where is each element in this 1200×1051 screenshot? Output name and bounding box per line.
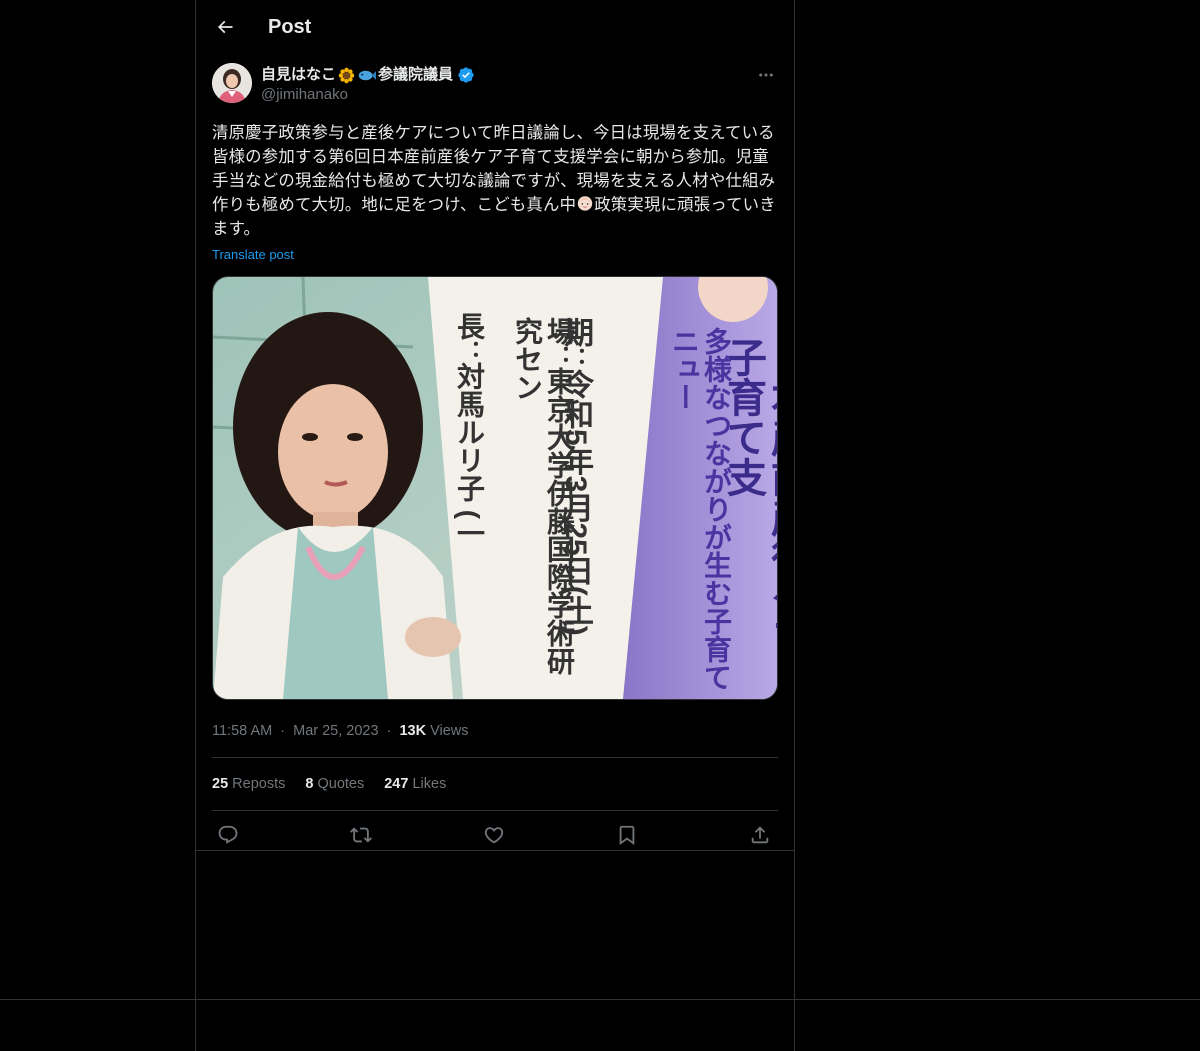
avatar[interactable] bbox=[212, 63, 252, 103]
sign-col2-value: 東京大学伊藤国際学術研究セン bbox=[512, 317, 575, 675]
bookmark-button[interactable] bbox=[615, 823, 639, 847]
sign-col3: 長：対馬ルリ子 (一 bbox=[454, 312, 485, 548]
repost-icon bbox=[350, 827, 372, 843]
likes-stat[interactable]: 247 Likes bbox=[384, 776, 446, 792]
quotes-label: Quotes bbox=[317, 776, 365, 792]
like-icon bbox=[484, 827, 504, 844]
page-title: Post bbox=[268, 16, 312, 38]
verified-badge-icon bbox=[458, 67, 474, 83]
meta-separator-2: · bbox=[386, 723, 392, 739]
quotes-count: 8 bbox=[305, 776, 314, 792]
tweet-meta: 11:58 AM · Mar 25, 2023 · 13K Views bbox=[212, 721, 778, 741]
sign-col2: 場：東京大学伊藤国際学術研究セン bbox=[512, 317, 575, 675]
repost-button[interactable] bbox=[349, 823, 373, 847]
post-header: Post bbox=[196, 0, 794, 53]
reply-icon bbox=[218, 825, 238, 844]
sunflower-icon bbox=[338, 67, 355, 83]
like-button[interactable] bbox=[482, 823, 506, 847]
tweet-date[interactable]: Mar 25, 2023 bbox=[293, 723, 378, 739]
sign-col3-heading: 長 bbox=[454, 312, 485, 340]
reply-button[interactable] bbox=[216, 823, 240, 847]
arrow-left-icon bbox=[217, 20, 233, 34]
meta-separator: · bbox=[280, 723, 286, 739]
share-button[interactable] bbox=[748, 823, 772, 847]
quotes-stat[interactable]: 8 Quotes bbox=[305, 776, 364, 792]
author-handle[interactable]: @jimihanako bbox=[261, 85, 475, 105]
tweet-photo[interactable]: 期：令和5年3月25日(土) 場：東京大学伊藤国際学術研究セン 長：対馬ルリ子 … bbox=[212, 276, 778, 700]
translate-post-link[interactable]: Translate post bbox=[212, 246, 778, 264]
views-count: 13K bbox=[399, 723, 427, 739]
sign-col3-value: 対馬ルリ子 (一 bbox=[454, 362, 485, 548]
sign-col2-heading: 場 bbox=[544, 317, 575, 345]
more-icon bbox=[759, 73, 773, 77]
back-button[interactable] bbox=[208, 10, 242, 44]
page: Post 自見はなこ 参議院議員 @jimihanako 清原慶子政策参与と産後… bbox=[0, 0, 1200, 1051]
author-names: 自見はなこ 参議院議員 @jimihanako bbox=[261, 65, 475, 105]
display-name[interactable]: 自見はなこ 参議院議員 bbox=[261, 65, 475, 85]
fish-icon bbox=[358, 70, 377, 80]
avatar-image bbox=[212, 63, 252, 103]
author-row: 自見はなこ 参議院議員 @jimihanako bbox=[212, 63, 778, 107]
display-name-text: 自見はなこ bbox=[261, 66, 337, 83]
name-suffix: 参議院議員 bbox=[378, 66, 454, 83]
tweet-actions bbox=[212, 811, 778, 859]
more-options-button[interactable] bbox=[754, 65, 778, 85]
views-label: Views bbox=[430, 723, 469, 739]
main-column: Post 自見はなこ 参議院議員 @jimihanako 清原慶子政策参与と産後… bbox=[195, 0, 795, 1051]
bottom-divider bbox=[0, 999, 1200, 1000]
tweet: 自見はなこ 参議院議員 @jimihanako 清原慶子政策参与と産後ケアについ… bbox=[212, 63, 778, 859]
baby-face-icon bbox=[577, 196, 593, 211]
tweet-time[interactable]: 11:58 AM bbox=[212, 723, 272, 739]
likes-count: 247 bbox=[384, 776, 409, 792]
reposts-count: 25 bbox=[212, 776, 229, 792]
reposts-stat[interactable]: 25 Reposts bbox=[212, 776, 285, 792]
reposts-label: Reposts bbox=[232, 776, 286, 792]
share-icon bbox=[751, 826, 769, 844]
likes-label: Likes bbox=[412, 776, 447, 792]
banner-subtitle: 多様なつながりが生む子育てニュー bbox=[669, 327, 732, 691]
bookmark-icon bbox=[619, 825, 635, 846]
tweet-bottom-divider bbox=[196, 850, 794, 851]
tweet-text: 清原慶子政策参与と産後ケアについて昨日議論し、今日は現場を支えている皆様の参加す… bbox=[212, 121, 778, 241]
engagement-stats: 25 Reposts 8 Quotes 247 Likes bbox=[212, 758, 778, 810]
